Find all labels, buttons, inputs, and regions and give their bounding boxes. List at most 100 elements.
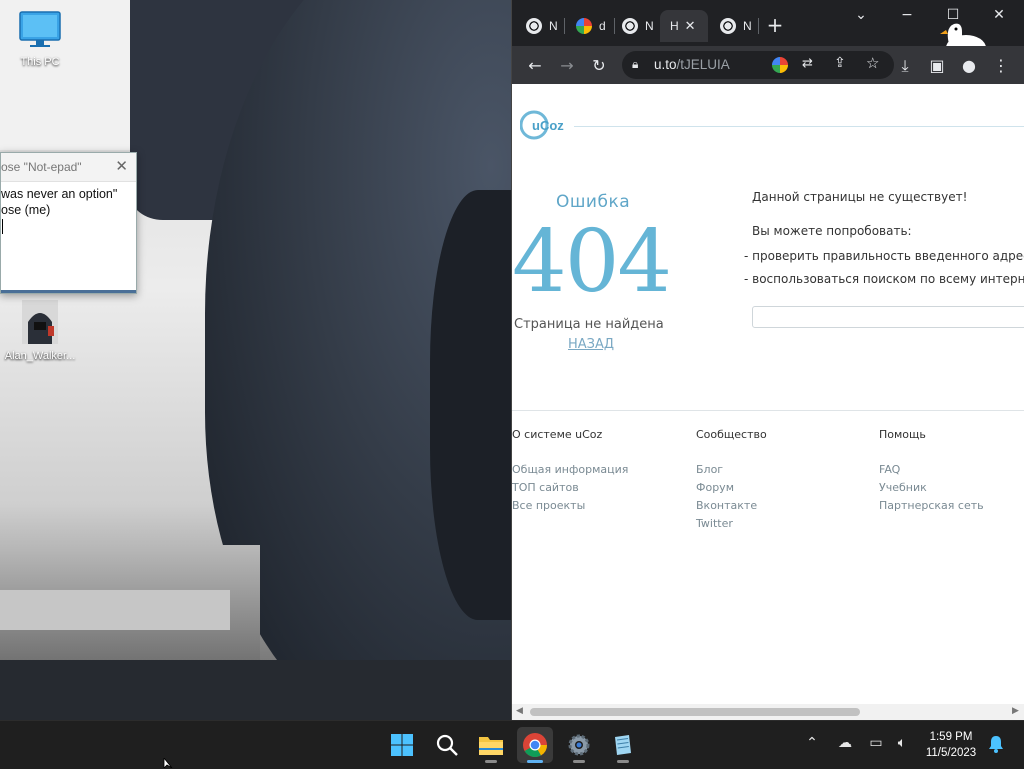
minimize-icon[interactable]: − <box>896 4 918 26</box>
tab-1[interactable]: N <box>516 10 560 42</box>
kebab-menu-icon[interactable]: ⋮ <box>990 55 1012 77</box>
running-indicator <box>617 760 629 763</box>
back-link[interactable]: НАЗАД <box>568 337 614 352</box>
footer-link[interactable]: Все проекты <box>512 499 628 517</box>
footer-column-help: Помощь FAQ Учебник Партнерская сеть <box>879 428 984 517</box>
page-content: uCoz Ошибка 404 Страница не найдена НАЗА… <box>512 84 1024 704</box>
share-icon[interactable]: ⇪ <box>834 55 846 71</box>
reload-icon[interactable]: ↻ <box>588 55 610 77</box>
notification-bell-icon[interactable] <box>986 735 1006 755</box>
back-arrow-icon[interactable]: ← <box>524 55 546 77</box>
running-indicator <box>527 760 543 763</box>
suggestion-item: - воспользоваться поиском по всему интер… <box>744 272 1024 286</box>
desktop-icon-this-pc[interactable]: This PC <box>0 10 80 68</box>
download-icon[interactable]: ⤓ <box>894 55 916 77</box>
gear-icon <box>568 734 590 756</box>
url-host: u.to <box>654 57 677 72</box>
browser-toolbar: ← → ↻ 🔒︎ u.to/tJELUIA ⇄ ⇪ ☆ ⤓ ▣ ● ⋮ <box>512 46 1024 84</box>
tab-5[interactable]: N <box>710 10 756 42</box>
footer-link[interactable]: FAQ <box>879 463 984 481</box>
tab-2[interactable]: d <box>566 10 610 42</box>
notepad-line: was never an option" <box>1 187 118 201</box>
header-divider <box>574 126 1024 127</box>
notepad-text-area[interactable]: was never an option" ose (me) <box>1 182 136 235</box>
tab-label: N <box>645 19 654 33</box>
monitor-icon <box>0 10 80 53</box>
profile-avatar-icon[interactable]: ● <box>958 55 980 77</box>
new-tab-plus-icon[interactable]: + <box>764 14 786 36</box>
horizontal-scrollbar[interactable]: ◀ ▶ <box>512 704 1024 720</box>
search-input[interactable] <box>752 306 1024 328</box>
close-tab-icon[interactable]: ✕ <box>685 18 696 34</box>
footer-heading: Сообщество <box>696 428 767 441</box>
close-window-icon[interactable]: ✕ <box>988 4 1010 26</box>
taskbar: ⌃ ☁ ▭ 🔈︎ 1:59 PM 11/5/2023 <box>0 720 1024 769</box>
taskbar-file-explorer[interactable] <box>473 727 509 763</box>
footer-divider <box>512 410 1024 411</box>
show-hidden-icons-chevron-icon[interactable]: ⌃ <box>802 735 822 755</box>
volume-muted-icon[interactable]: 🔈︎ <box>892 735 912 755</box>
error-word: Ошибка <box>556 192 631 212</box>
wallpaper-shelf-edge <box>0 590 230 630</box>
footer-link[interactable]: Учебник <box>879 481 984 499</box>
system-clock[interactable]: 1:59 PM 11/5/2023 <box>920 729 982 761</box>
tab-separator <box>564 18 565 34</box>
scroll-left-arrow-icon[interactable]: ◀ <box>516 706 523 716</box>
tab-label: H <box>670 19 679 33</box>
scrollbar-thumb[interactable] <box>530 708 860 716</box>
taskbar-search-button[interactable] <box>429 727 465 763</box>
notepad-window[interactable]: ose "Not-epad" ✕ was never an option" ose… <box>0 152 137 294</box>
footer-link[interactable]: Блог <box>696 463 767 481</box>
google-lens-icon[interactable] <box>772 57 788 73</box>
footer-link[interactable]: Общая информация <box>512 463 628 481</box>
footer-column-about: О системе uCoz Общая информация ТОП сайт… <box>512 428 628 517</box>
footer-link[interactable]: Форум <box>696 481 767 499</box>
chrome-icon <box>720 18 736 34</box>
chrome-icon <box>526 18 542 34</box>
tab-separator <box>758 18 759 34</box>
tab-search-chevron-icon[interactable]: ⌄ <box>850 4 872 26</box>
footer-link[interactable]: Партнерская сеть <box>879 499 984 517</box>
lock-icon: 🔒︎ <box>632 57 639 71</box>
tab-3[interactable]: N <box>612 10 658 42</box>
notepad-titlebar[interactable]: ose "Not-epad" ✕ <box>1 153 136 182</box>
taskbar-chrome[interactable] <box>517 727 553 763</box>
forward-arrow-icon[interactable]: → <box>556 55 578 77</box>
error-code: 404 <box>512 212 672 312</box>
desktop-icon-alan-walker[interactable]: Alan_Walker... <box>0 300 80 362</box>
start-button[interactable] <box>384 727 420 763</box>
bookmark-star-icon[interactable]: ☆ <box>866 54 879 72</box>
footer-link[interactable]: ТОП сайтов <box>512 481 628 499</box>
scroll-right-arrow-icon[interactable]: ▶ <box>1012 706 1019 716</box>
ucoz-logo[interactable]: uCoz <box>520 110 566 140</box>
windows-logo-icon <box>391 734 413 756</box>
taskbar-settings[interactable] <box>561 727 597 763</box>
chrome-icon <box>523 733 547 758</box>
tab-strip: N d N H ✕ N + ⌄ − ☐ ✕ <box>512 0 1024 61</box>
footer-link[interactable]: Вконтакте <box>696 499 767 517</box>
onedrive-cloud-icon[interactable]: ☁ <box>835 735 855 755</box>
close-icon[interactable]: ✕ <box>115 153 128 181</box>
address-url[interactable]: u.to/tJELUIA <box>654 57 730 72</box>
mouse-cursor-icon <box>163 758 173 768</box>
address-bar[interactable]: 🔒︎ u.to/tJELUIA ⇄ ⇪ ☆ <box>622 51 894 79</box>
clock-date: 11/5/2023 <box>925 747 977 759</box>
search-icon <box>436 734 458 756</box>
not-found-text: Страница не найдена <box>514 317 664 332</box>
side-panel-icon[interactable]: ▣ <box>926 55 948 77</box>
network-icon[interactable]: ▭ <box>866 735 886 755</box>
tab-label: d <box>599 19 606 33</box>
running-indicator <box>573 760 585 763</box>
suggestion-title: Данной страницы не существует! <box>752 190 968 204</box>
clock-time: 1:59 PM <box>929 731 973 743</box>
desktop-icon-label: This PC <box>20 56 60 68</box>
tab-4-active[interactable]: H ✕ <box>660 10 708 42</box>
browser-window[interactable]: N d N H ✕ N + ⌄ − ☐ ✕ ← → ↻ 🔒︎ u.to/tJEL… <box>512 0 1024 720</box>
translate-icon[interactable]: ⇄ <box>802 56 813 71</box>
footer-link[interactable]: Twitter <box>696 517 767 535</box>
notepad-bottom-border <box>1 290 136 293</box>
notepad-title: ose "Not-epad" <box>1 160 82 174</box>
footer-column-community: Сообщество Блог Форум Вконтакте Twitter <box>696 428 767 535</box>
folder-icon <box>479 737 503 755</box>
taskbar-notepad[interactable] <box>605 727 641 763</box>
